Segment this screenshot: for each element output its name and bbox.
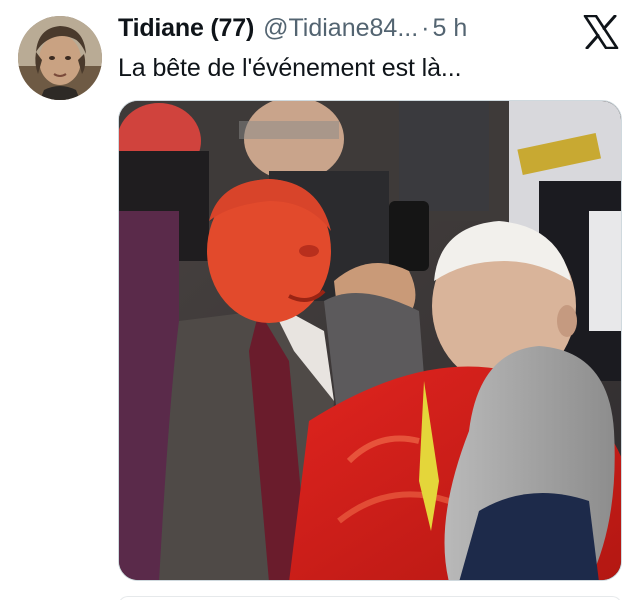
author-display-name[interactable]: Tidiane (77) [118,14,254,43]
tweet-text: La bête de l'événement est là... [118,54,462,82]
author-handle[interactable]: @Tidiane84... [263,14,418,43]
timestamp[interactable]: 5 h [433,14,468,43]
tweet-header: Tidiane (77) @Tidiane84... · 5 h [118,14,467,48]
next-item-edge [118,596,622,600]
avatar-image [18,16,102,100]
x-logo-icon [583,14,619,50]
photo-image [119,101,621,580]
separator-dot: · [421,14,430,42]
avatar[interactable] [18,16,102,100]
tweet-media-photo[interactable] [118,100,622,581]
tweet[interactable]: Tidiane (77) @Tidiane84... · 5 h La bête… [0,0,640,600]
